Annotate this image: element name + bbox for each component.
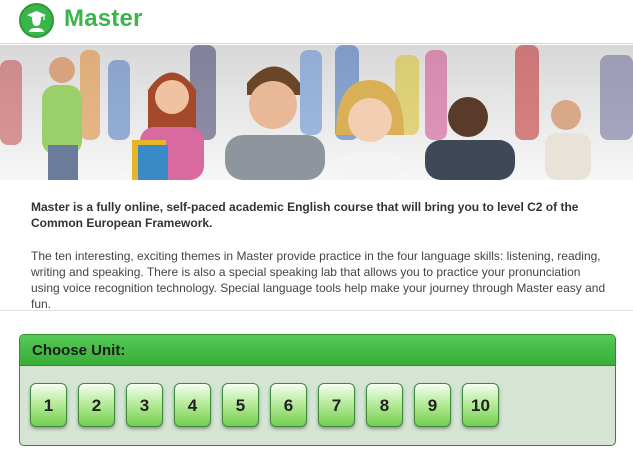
course-description: The ten interesting, exciting themes in …	[31, 249, 606, 311]
divider	[0, 310, 633, 311]
hero-banner-image	[0, 45, 633, 180]
brand-name[interactable]: Master	[64, 5, 143, 33]
unit-button-7[interactable]: 7	[318, 383, 355, 427]
unit-button-6[interactable]: 6	[270, 383, 307, 427]
student-icon[interactable]	[19, 3, 54, 38]
choose-unit-panel: Choose Unit: 1 2 3 4 5 6 7 8 9 10	[19, 334, 616, 446]
unit-button-1[interactable]: 1	[30, 383, 67, 427]
choose-unit-title: Choose Unit:	[32, 342, 126, 359]
choose-unit-header: Choose Unit:	[20, 335, 615, 366]
unit-button-5[interactable]: 5	[222, 383, 259, 427]
course-intro: Master is a fully online, self-paced aca…	[31, 200, 579, 230]
unit-button-8[interactable]: 8	[366, 383, 403, 427]
unit-button-4[interactable]: 4	[174, 383, 211, 427]
unit-button-10[interactable]: 10	[462, 383, 499, 427]
unit-button-3[interactable]: 3	[126, 383, 163, 427]
unit-button-2[interactable]: 2	[78, 383, 115, 427]
header: Master	[0, 0, 633, 44]
unit-button-9[interactable]: 9	[414, 383, 451, 427]
